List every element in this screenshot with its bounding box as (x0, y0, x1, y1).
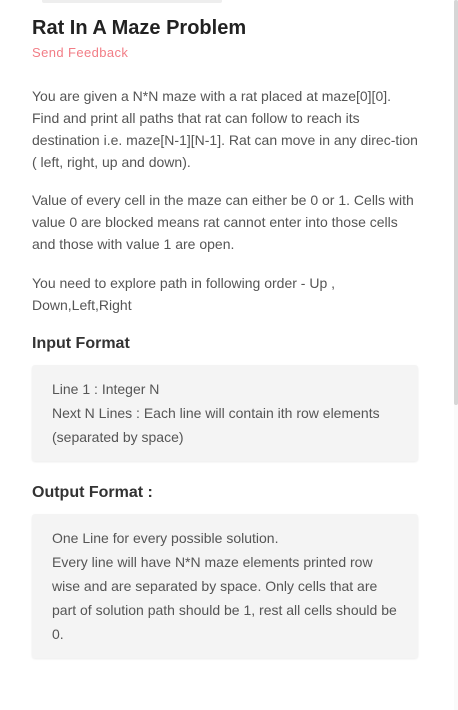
description-paragraph: Value of every cell in the maze can eith… (32, 192, 414, 252)
top-edge-strip (42, 0, 222, 3)
input-format-line: Line 1 : Integer N (52, 381, 160, 397)
input-format-heading: Input Format (32, 335, 130, 352)
scrollbar-thumb[interactable] (454, 0, 458, 405)
input-format-line: Next N Lines : Each line will contain it… (52, 405, 380, 445)
output-format-line: Every line will have N*N maze elements p… (52, 554, 397, 642)
send-feedback-link[interactable]: Send Feedback (32, 45, 128, 61)
scrollbar-track[interactable] (454, 0, 458, 710)
description-paragraph: You need to explore path in following or… (32, 275, 336, 313)
description-paragraph: You are given a N*N maze with a rat plac… (32, 88, 418, 170)
problem-content: Rat In A Maze Problem Send Feedback You … (32, 16, 418, 658)
output-format-line: One Line for every possible solution. (52, 530, 279, 546)
output-format-heading: Output Format : (32, 484, 153, 501)
input-format-box: Line 1 : Integer N Next N Lines : Each l… (32, 365, 418, 461)
output-format-box: One Line for every possible solution. Ev… (32, 514, 418, 658)
problem-title: Rat In A Maze Problem (32, 17, 247, 39)
